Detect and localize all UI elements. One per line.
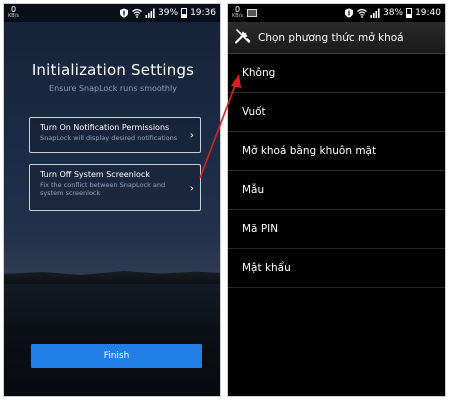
page-title: Initialization Settings [31,61,195,79]
lock-method-list: Không Vuốt Mở khoá bằng khuôn mặt Mẫu Mã… [228,54,445,288]
signal-icon [145,8,155,18]
screenshot-composite: 0 KB/s 39% 19:36 Initialization Settings… [0,0,450,400]
page-title: Chọn phương thức mở khoá [258,31,404,44]
network-speed: 0 KB/s [232,6,243,20]
battery-percent: 39% [158,8,179,18]
shield-icon [344,8,354,18]
page-subtitle: Ensure SnapLock runs smoothly [49,84,177,93]
system-screenlock-card[interactable]: Turn Off System Screenlock Fix the confl… [29,164,201,211]
wrench-screwdriver-icon [234,27,252,49]
wifi-icon [132,8,142,18]
network-speed-value: 0 [10,5,17,14]
list-item-label: Mở khoá bằng khuôn mặt [242,145,377,157]
list-item-label: Mã PIN [242,223,279,235]
lock-option-password[interactable]: Mật khẩu [228,249,445,288]
card-description: Fix the conflict between SnapLock and sy… [40,181,166,197]
image-notification-icon [247,9,257,17]
lock-option-pin[interactable]: Mã PIN [228,210,445,249]
card-description: SnapLock will display desired notificati… [40,134,178,142]
card-title: Turn On Notification Permissions [40,123,170,132]
screen-lock-chooser: 0 KB/s 38% 19:40 Chọn phương thức mở kho… [227,3,446,397]
list-item-label: Mật khẩu [242,262,291,274]
lock-option-swipe[interactable]: Vuốt [228,93,445,132]
status-bar: 0 KB/s 39% 19:36 [4,4,220,22]
network-speed-unit: KB/s [232,13,243,19]
list-item-label: Vuốt [242,106,266,118]
status-bar: 0 KB/s 38% 19:40 [228,4,445,22]
battery-icon [406,8,413,18]
lock-option-none[interactable]: Không [228,54,445,93]
chevron-right-icon: › [189,128,194,142]
shield-icon [119,8,129,18]
chevron-right-icon: › [189,181,194,194]
background-lake [4,284,220,396]
network-speed-unit: KB/s [8,13,19,19]
card-title: Turn Off System Screenlock [40,170,150,179]
clock: 19:36 [190,8,216,18]
battery-percent: 38% [383,8,404,18]
battery-icon [181,8,188,18]
network-speed: 0 KB/s [8,6,19,20]
finish-button[interactable]: Finish [31,344,202,368]
snaplock-init-screen: 0 KB/s 39% 19:36 Initialization Settings… [3,3,221,397]
signal-icon [370,8,380,18]
network-speed-value: 0 [234,5,241,14]
list-item-label: Không [242,67,276,79]
lock-option-face-unlock[interactable]: Mở khoá bằng khuôn mặt [228,132,445,171]
list-item-label: Mẫu [242,184,265,196]
notification-permission-card[interactable]: Turn On Notification Permissions SnapLoc… [29,117,201,153]
clock: 19:40 [415,8,441,18]
wifi-icon [357,8,367,18]
background-hills [4,271,220,286]
title-bar: Chọn phương thức mở khoá [228,22,445,54]
lock-option-pattern[interactable]: Mẫu [228,171,445,210]
